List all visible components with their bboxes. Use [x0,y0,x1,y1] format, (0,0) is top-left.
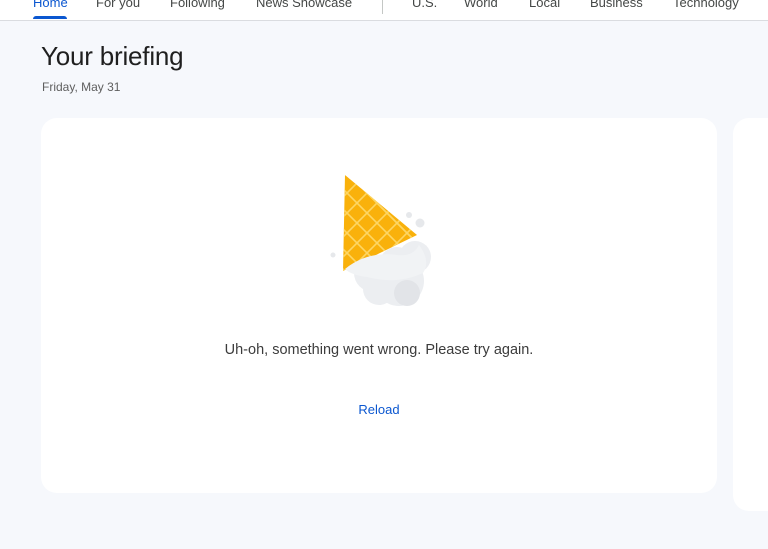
active-tab-indicator [33,16,67,19]
nav-divider [382,0,383,14]
tab-world[interactable]: World [464,0,498,10]
tab-news-showcase[interactable]: News Showcase [256,0,352,10]
tab-business[interactable]: Business [590,0,643,10]
next-card-peek [733,118,768,511]
error-message: Uh-oh, something went wrong. Please try … [224,342,534,358]
tab-local[interactable]: Local [529,0,560,10]
reload-button[interactable]: Reload [339,398,419,422]
briefing-card: Uh-oh, something went wrong. Please try … [41,118,717,493]
tab-for-you[interactable]: For you [96,0,140,10]
melted-ice-cream-icon [330,175,431,306]
top-navigation: Home For you Following News Showcase U.S… [0,0,768,21]
tab-home[interactable]: Home [33,0,68,10]
tab-technology[interactable]: Technology [673,0,739,10]
page-title: Your briefing [41,41,184,71]
tab-us[interactable]: U.S. [412,0,437,10]
briefing-date: Friday, May 31 [42,80,121,94]
tab-following[interactable]: Following [170,0,225,10]
